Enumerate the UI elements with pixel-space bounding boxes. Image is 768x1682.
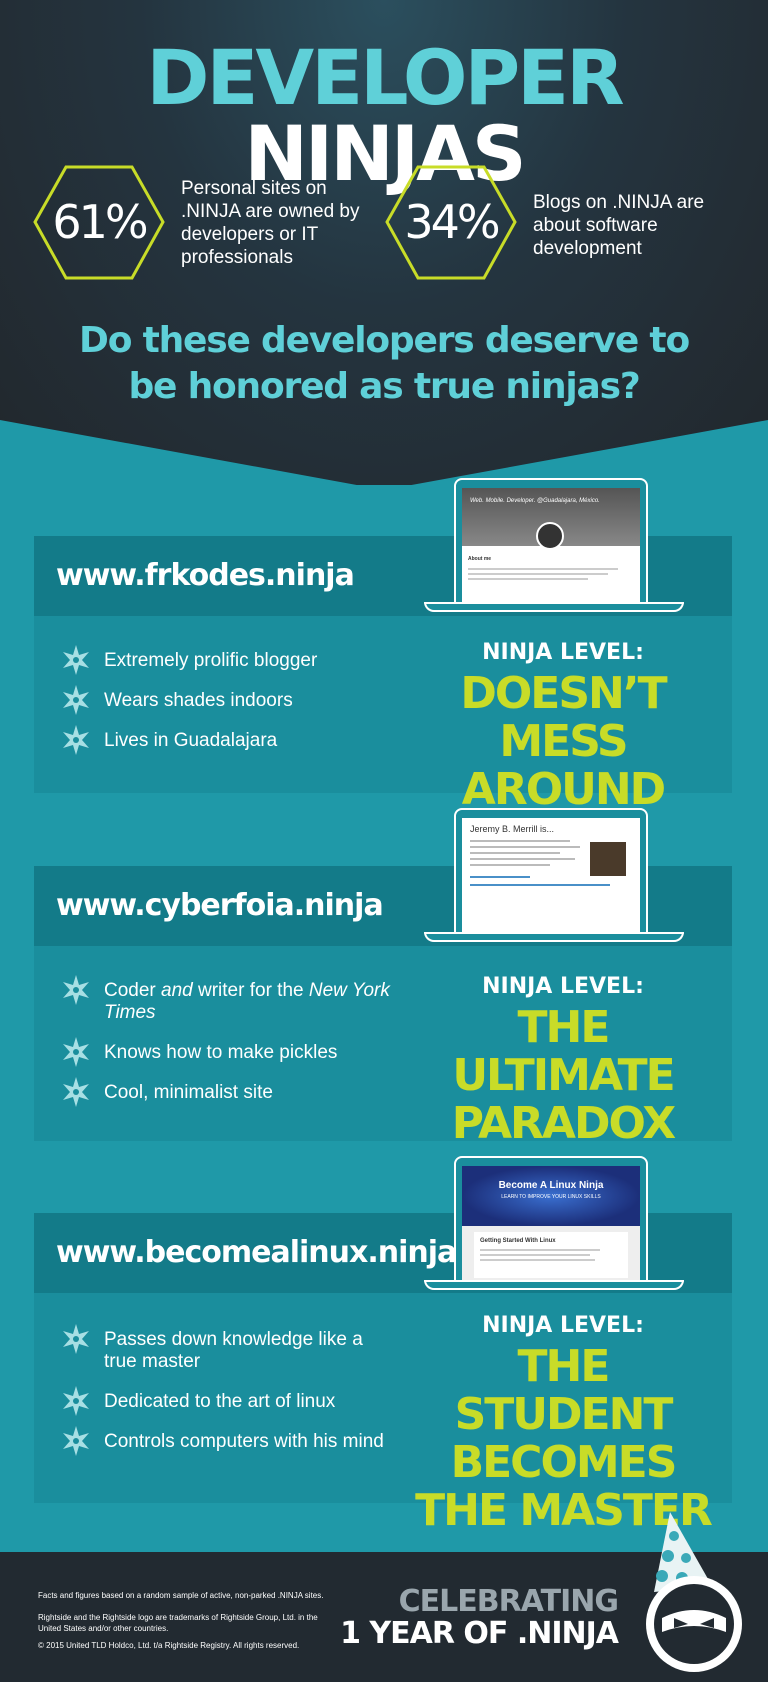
site-url: www.frkodes.ninja [56, 558, 355, 593]
shuriken-icon [63, 1037, 89, 1067]
shuriken-icon [63, 975, 89, 1005]
ninja-mascot-icon [646, 1512, 742, 1672]
feature-list: Extremely prolific blogger Wears shades … [60, 645, 390, 770]
shuriken-icon [63, 1386, 89, 1416]
shuriken-icon [63, 1077, 89, 1107]
list-item: Controls computers with his mind [60, 1426, 390, 1456]
list-item: Extremely prolific blogger [60, 645, 390, 675]
laptop-illustration: Web. Mobile. Developer. @Guadalajara, Mé… [424, 478, 684, 618]
celebrate-line1: CELEBRATING [398, 1584, 619, 1619]
list-item: Coder and writer for the New York Times [60, 975, 390, 1024]
ninja-level: NINJA LEVEL: THE STUDENT BECOMES THE MAS… [404, 1313, 722, 1535]
stat-description: Blogs on .NINJA are about software devel… [533, 192, 705, 259]
copyright-notice: © 2015 United TLD Holdco, Ltd. t/a Right… [38, 1641, 300, 1650]
feature-list: Passes down knowledge like a true master… [60, 1324, 390, 1471]
site-details-frkodes: Extremely prolific blogger Wears shades … [34, 616, 732, 814]
site-url: www.cyberfoia.ninja [56, 888, 384, 923]
avatar [536, 522, 564, 550]
celebrate-line2: 1 YEAR OF .NINJA [340, 1616, 619, 1651]
level-label: NINJA LEVEL: [482, 640, 644, 665]
site-screenshot: Jeremy B. Merrill is... [462, 818, 640, 932]
feature-list: Coder and writer for the New York Times … [60, 975, 390, 1122]
shuriken-icon [63, 1426, 89, 1456]
site-details-cyberfoia: Coder and writer for the New York Times … [34, 946, 732, 1148]
list-item: Passes down knowledge like a true master [60, 1324, 390, 1373]
list-item: Wears shades indoors [60, 685, 390, 715]
list-item: Cool, minimalist site [60, 1077, 390, 1107]
site-url: www.becomealinux.ninja [56, 1235, 457, 1270]
laptop-illustration: Become A Linux Ninja LEARN TO IMPROVE YO… [424, 1156, 684, 1296]
level-text: THE ULTIMATE PARADOX [451, 1002, 676, 1149]
site-screenshot: Web. Mobile. Developer. @Guadalajara, Mé… [462, 488, 640, 602]
shuriken-icon [63, 725, 89, 755]
level-text: DOESN’T MESS AROUND [460, 668, 667, 815]
shuriken-icon [63, 685, 89, 715]
celebrate-tagline: CELEBRATING 1 YEAR OF .NINJA [340, 1584, 619, 1651]
shuriken-icon [63, 1324, 89, 1354]
site-screenshot: Become A Linux Ninja LEARN TO IMPROVE YO… [462, 1166, 640, 1280]
footnote: Facts and figures based on a random samp… [38, 1591, 324, 1600]
trademark-notice: Rightside and the Rightside logo are tra… [38, 1613, 318, 1633]
stat-description: Personal sites on .NINJA are owned by de… [181, 178, 360, 268]
ninja-level: NINJA LEVEL: DOESN’T MESS AROUND [404, 640, 722, 814]
list-item: Knows how to make pickles [60, 1037, 390, 1067]
site-details-becomealinux: Passes down knowledge like a true master… [34, 1293, 732, 1535]
level-label: NINJA LEVEL: [482, 974, 644, 999]
list-item: Lives in Guadalajara [60, 725, 390, 755]
level-label: NINJA LEVEL: [482, 1313, 644, 1338]
stat-percent: 34% [404, 195, 500, 249]
list-item: Dedicated to the art of linux [60, 1386, 390, 1416]
ninja-level: NINJA LEVEL: THE ULTIMATE PARADOX [404, 974, 722, 1148]
laptop-illustration: Jeremy B. Merrill is... [424, 808, 684, 948]
stat-percent: 61% [52, 195, 148, 249]
headline-question: Do these developers deserve to be honore… [79, 320, 690, 407]
shuriken-icon [63, 645, 89, 675]
header-banner: DEVELOPER NINJAS 61% Personal sites on .… [0, 0, 768, 485]
avatar [590, 842, 626, 876]
